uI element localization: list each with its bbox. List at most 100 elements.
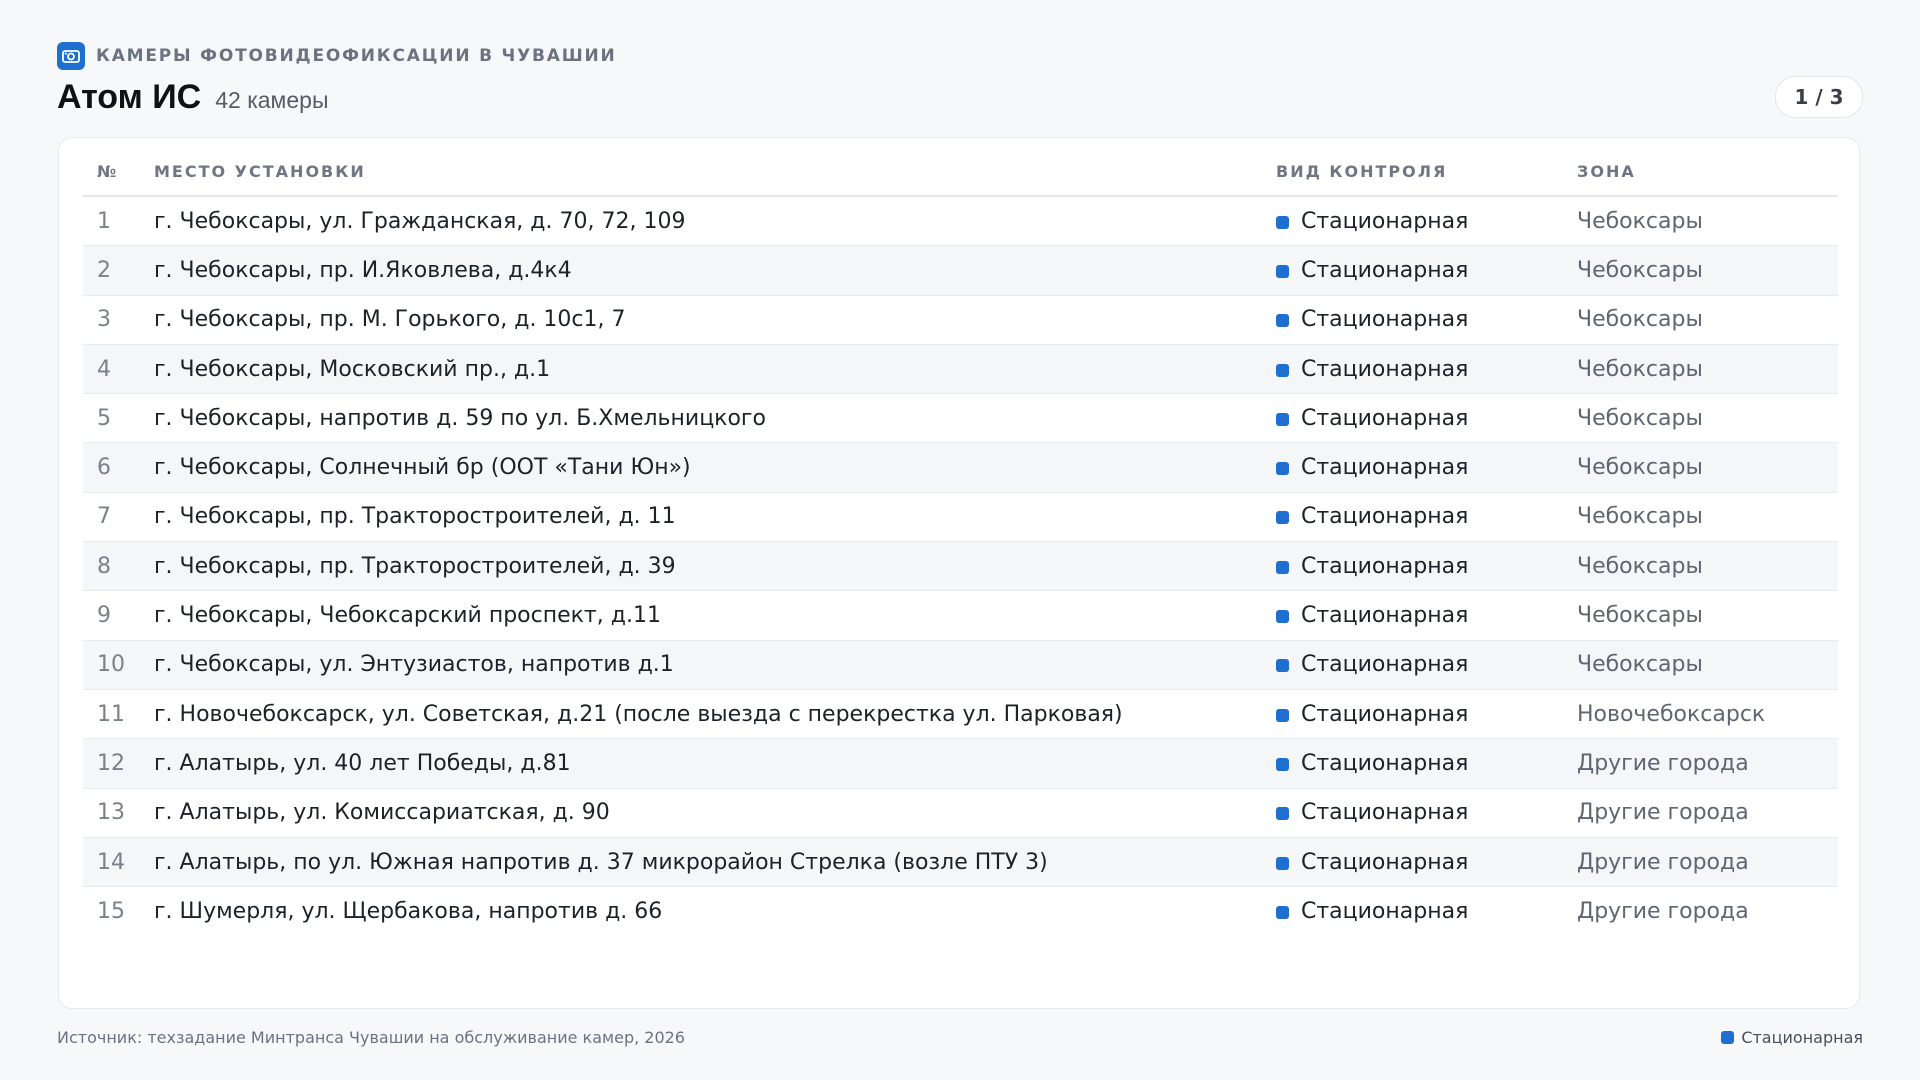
table-row: 5 г. Чебоксары, напротив д. 59 по ул. Б.Х… <box>83 393 1838 444</box>
row-kind: Стационарная <box>1262 196 1563 247</box>
table-row: 9 г. Чебоксары, Чебоксарский проспект, д.… <box>83 590 1838 641</box>
kind-swatch <box>1276 659 1289 673</box>
table-row: 11 г. Новочебоксарск, ул. Советская, д.21… <box>83 689 1838 740</box>
row-kind-label: Стационарная <box>1301 208 1469 234</box>
kind-swatch <box>1276 314 1289 328</box>
table-row: 13 г. Алатырь, ул. Комиссариатская, д. 90… <box>83 788 1838 838</box>
table-card: № МЕСТО УСТАНОВКИ ВИД КОНТРОЛЯ ЗОНА 1 г. … <box>58 137 1860 1009</box>
row-place: г. Чебоксары, ул. Энтузиастов, напротив … <box>140 640 1262 690</box>
table-row: 1 г. Чебоксары, ул. Гражданская, д. 70, 7… <box>83 196 1838 247</box>
row-number: 2 <box>83 245 140 296</box>
row-number: 12 <box>83 738 140 789</box>
legend-label: Стационарная <box>1741 1028 1863 1047</box>
row-number: 10 <box>83 640 140 690</box>
kicker-label: КАМЕРЫ ФОТОВИДЕОФИКСАЦИИ В ЧУВАШИИ <box>96 46 617 66</box>
row-kind-label: Стационарная <box>1301 603 1469 629</box>
kicker: КАМЕРЫ ФОТОВИДЕОФИКСАЦИИ В ЧУВАШИИ <box>57 42 1863 70</box>
row-zone: Чебоксары <box>1563 442 1838 493</box>
row-zone: Чебоксары <box>1563 640 1838 690</box>
row-zone: Чебоксары <box>1563 295 1838 345</box>
kind-swatch <box>1276 412 1289 426</box>
row-kind: Стационарная <box>1262 887 1563 936</box>
kind-swatch <box>1276 610 1289 624</box>
row-kind: Стационарная <box>1262 295 1563 345</box>
table-body: 1 г. Чебоксары, ул. Гражданская, д. 70, 7… <box>83 196 1838 935</box>
kind-swatch <box>1276 560 1289 574</box>
row-kind: Стационарная <box>1262 393 1563 444</box>
row-zone: Чебоксары <box>1563 196 1838 247</box>
row-place: г. Шумерля, ул. Щербакова, напротив д. 6… <box>154 898 663 924</box>
row-kind-label: Стационарная <box>1301 356 1469 382</box>
row-kind: Стационарная <box>1262 492 1563 543</box>
table-row: 3 г. Чебоксары, пр. М. Горького, д. 10с1,… <box>83 295 1838 345</box>
camera-icon <box>57 42 85 70</box>
table-row: 15 г. Шумерля, ул. Щербакова, напротив д.… <box>83 887 1838 936</box>
table-row: 4 г. Чебоксары, Московский пр., д.1 Стацио… <box>83 344 1838 395</box>
row-number: 1 <box>83 196 140 247</box>
table-row: 10 г. Чебоксары, ул. Энтузиастов, напроти… <box>83 640 1838 690</box>
row-kind-label: Стационарная <box>1301 405 1469 431</box>
kind-swatch <box>1276 264 1289 278</box>
table-row: 8 г. Чебоксары, пр. Тракторостроителей, д… <box>83 541 1838 592</box>
row-zone: Чебоксары <box>1563 492 1838 543</box>
row-kind: Стационарная <box>1262 837 1563 888</box>
row-zone: Новочебоксарск <box>1563 689 1838 740</box>
kind-swatch <box>1276 708 1289 722</box>
row-number: 3 <box>83 295 140 345</box>
row-place: г. Чебоксары, ул. Гражданская, д. 70, 72… <box>140 196 1262 247</box>
row-kind: Стационарная <box>1262 245 1563 296</box>
row-zone: Чебоксары <box>1563 541 1838 592</box>
row-kind: Стационарная <box>1262 344 1563 395</box>
row-kind: Стационарная <box>1262 541 1563 592</box>
row-kind: Стационарная <box>1262 738 1563 789</box>
row-place: г. Чебоксары, пр. Тракторостроителей, д.… <box>140 541 1262 592</box>
row-place: г. Чебоксары, Чебоксарский проспект, д.1… <box>140 590 1262 641</box>
row-place: г. Алатырь, ул. 40 лет Победы, д.81 <box>140 738 1262 789</box>
cameras-table: № МЕСТО УСТАНОВКИ ВИД КОНТРОЛЯ ЗОНА 1 г. … <box>83 148 1838 935</box>
kind-swatch <box>1276 807 1289 821</box>
kind-swatch <box>1276 462 1289 476</box>
row-zone: Чебоксары <box>1563 590 1838 641</box>
row-kind-label: Стационарная <box>1301 849 1469 875</box>
row-kind-label: Стационарная <box>1301 307 1469 333</box>
table-row: 14 г. Алатырь, по ул. Южная напротив д. 3… <box>83 837 1838 888</box>
row-kind: Стационарная <box>1262 788 1563 838</box>
kind-swatch <box>1276 363 1289 377</box>
kind-swatch <box>1276 905 1289 919</box>
table-row: 6 г. Чебоксары, Солнечный бр (ООТ «Тани Ю… <box>83 442 1838 493</box>
row-kind-label: Стационарная <box>1301 652 1469 678</box>
row-zone: Другие города <box>1563 837 1838 888</box>
row-number: 7 <box>83 492 140 543</box>
column-header-kind: ВИД КОНТРОЛЯ <box>1262 148 1563 197</box>
legend: Стационарная <box>1721 1028 1863 1047</box>
row-kind: Стационарная <box>1262 640 1563 690</box>
row-zone: Чебоксары <box>1563 245 1838 296</box>
row-number: 9 <box>83 590 140 641</box>
table-row: 7 г. Чебоксары, пр. Тракторостроителей, д… <box>83 492 1838 543</box>
row-number: 14 <box>83 837 140 888</box>
column-header-zone: ЗОНА <box>1563 148 1838 197</box>
source-note: Источник: техзадание Минтранса Чувашии н… <box>57 1028 685 1047</box>
column-header-number: № <box>83 148 140 197</box>
row-kind-label: Стационарная <box>1301 701 1469 727</box>
row-kind-label: Стационарная <box>1301 504 1469 530</box>
row-number: 13 <box>83 788 140 838</box>
row-zone: Другие города <box>1563 738 1838 789</box>
kind-swatch <box>1276 856 1289 870</box>
row-number: 5 <box>83 393 140 444</box>
table-row: 12 г. Алатырь, ул. 40 лет Победы, д.81 Ста… <box>83 738 1838 789</box>
row-place: г. Чебоксары, пр. М. Горького, д. 10с1, … <box>140 295 1262 345</box>
row-zone: Другие города <box>1563 788 1838 838</box>
page-indicator: 1 / 3 <box>1775 76 1863 118</box>
table-header-row: № МЕСТО УСТАНОВКИ ВИД КОНТРОЛЯ ЗОНА <box>83 148 1838 197</box>
row-kind: Стационарная <box>1262 590 1563 641</box>
row-place: г. Новочебоксарск, ул. Советская, д.21 (… <box>140 689 1262 740</box>
row-kind-label: Стационарная <box>1301 750 1469 776</box>
table-row: 2 г. Чебоксары, пр. И.Яковлева, д.4к4 Стац… <box>83 245 1838 296</box>
row-place: г. Алатырь, ул. Комиссариатская, д. 90 <box>140 788 1262 838</box>
row-kind-label: Стационарная <box>1301 553 1469 579</box>
row-zone: Другие города <box>1577 898 1749 924</box>
row-zone: Чебоксары <box>1563 344 1838 395</box>
row-place: г. Чебоксары, пр. И.Яковлева, д.4к4 <box>140 245 1262 296</box>
row-place: г. Чебоксары, пр. Тракторостроителей, д.… <box>140 492 1262 543</box>
